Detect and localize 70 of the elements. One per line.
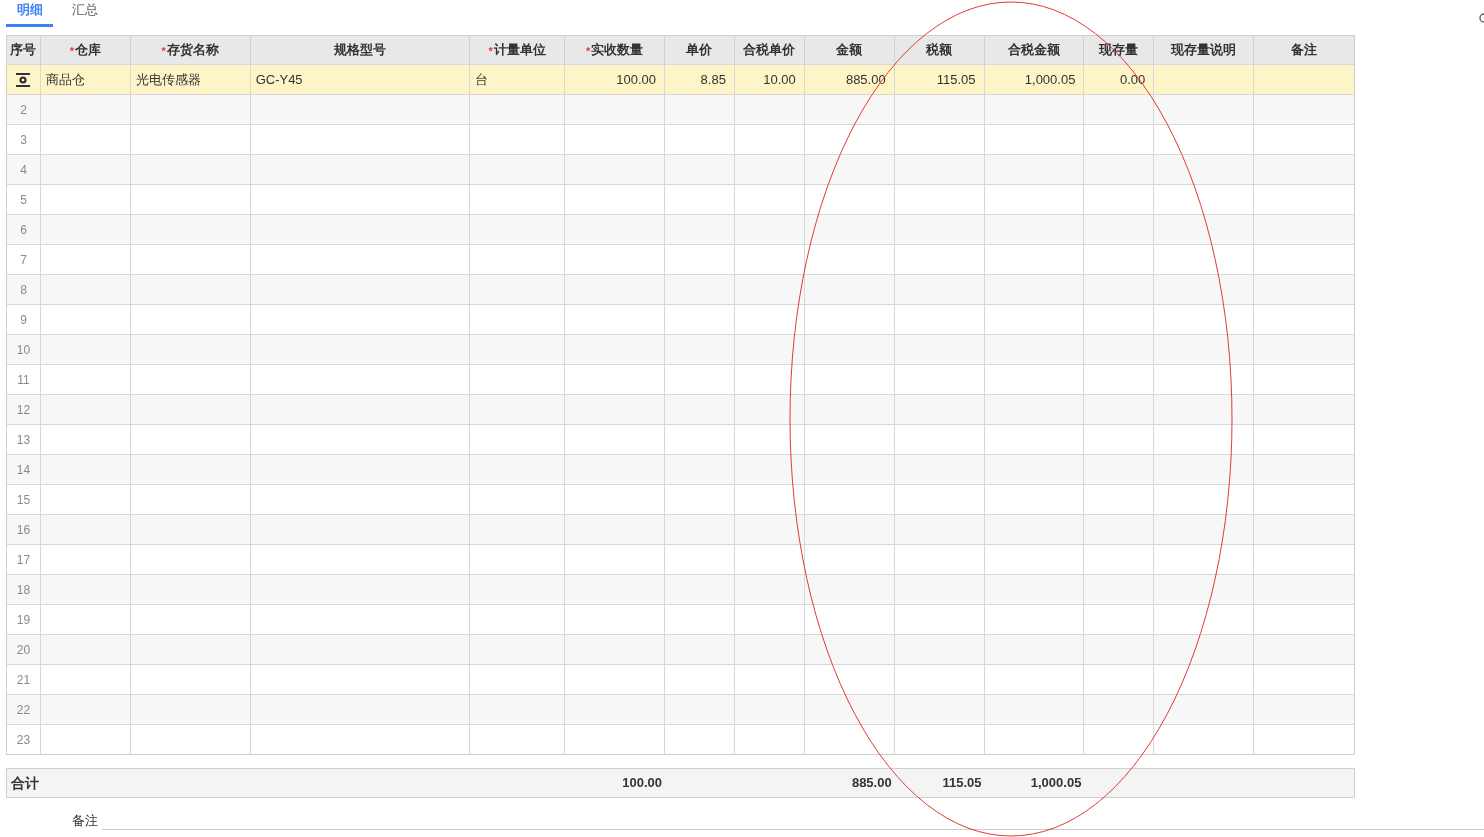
table-cell-text: 商品仓 <box>45 70 85 89</box>
table-cell-text: 0.00 <box>1120 70 1146 89</box>
table-cell-text: GC-Y45 <box>255 70 303 89</box>
row-number: 15 <box>16 491 31 509</box>
table-row[interactable]: 10 <box>7 334 1354 364</box>
row-number: 10 <box>16 341 31 359</box>
table-cell-text: 8.85 <box>700 70 726 89</box>
table-row[interactable]: 2 <box>7 94 1354 124</box>
table-cell-text: 100.00 <box>616 70 656 89</box>
table-row[interactable]: 12 <box>7 394 1354 424</box>
table-row[interactable]: 9 <box>7 304 1354 334</box>
row-number: 8 <box>20 281 27 299</box>
table-row[interactable]: 16 <box>7 514 1354 544</box>
row-number: 14 <box>16 461 31 479</box>
row-number: 19 <box>16 611 31 629</box>
row-number: 9 <box>20 311 27 329</box>
row-number: 12 <box>16 401 31 419</box>
table-row[interactable]: 20 <box>7 634 1354 664</box>
table-cell-text: 1,000.05 <box>1024 70 1076 89</box>
table-row[interactable]: 4 <box>7 154 1354 184</box>
search-icon[interactable] <box>1478 12 1484 24</box>
row-number: 11 <box>17 371 30 389</box>
remark-label: 备注 <box>72 811 98 830</box>
table-row[interactable]: 19 <box>7 604 1354 634</box>
row-number: 23 <box>16 731 31 749</box>
table-row[interactable]: 23 <box>7 724 1354 754</box>
required-mark: * <box>488 44 493 59</box>
row-number: 13 <box>16 431 31 449</box>
row-number: 16 <box>16 521 31 539</box>
table-cell-text: 台 <box>475 70 489 89</box>
total-value: 1,000.05 <box>1030 774 1082 793</box>
row-number: 5 <box>20 191 27 209</box>
table-row[interactable]: 15 <box>7 484 1354 514</box>
table-row[interactable]: 21 <box>7 664 1354 694</box>
row-number: 18 <box>16 581 31 599</box>
total-value: 100.00 <box>622 774 663 793</box>
row-number: 7 <box>20 251 27 269</box>
required-mark: * <box>69 44 74 59</box>
table-row[interactable]: 7 <box>7 244 1354 274</box>
row-number: 3 <box>20 131 27 149</box>
row-number: 22 <box>16 701 31 719</box>
table-cell-text: 10.00 <box>763 70 796 89</box>
table-row[interactable]: 5 <box>7 184 1354 214</box>
table-row[interactable]: 3 <box>7 124 1354 154</box>
required-mark: * <box>585 44 591 59</box>
table-row[interactable]: 商品仓 光电传感器 GC-Y45 台 100.00 8.85 10.00 885.00 115.05 1,000.05 0.00 <box>7 64 1354 94</box>
total-value: 115.05 <box>942 774 982 793</box>
table-cell-text: 光电传感器 <box>135 70 201 89</box>
table-row[interactable]: 6 <box>7 214 1354 244</box>
table-row[interactable]: 8 <box>7 274 1354 304</box>
table-row[interactable]: 18 <box>7 574 1354 604</box>
column-header: 备注 <box>1290 41 1319 60</box>
tab[interactable]: 明细 <box>6 0 53 27</box>
row-number: 20 <box>16 641 31 659</box>
totals-label: 合计 <box>11 773 39 793</box>
table-row[interactable]: 22 <box>7 694 1354 724</box>
table-row[interactable]: 11 <box>7 364 1354 394</box>
table-cell-text: 115.05 <box>936 70 976 89</box>
tab[interactable]: 汇总 <box>61 0 108 27</box>
required-mark: * <box>161 45 166 59</box>
total-value: 885.00 <box>851 774 892 793</box>
row-number: 17 <box>16 551 31 569</box>
row-number: 6 <box>20 221 27 239</box>
row-number: 4 <box>20 161 27 179</box>
row-number: 2 <box>20 101 27 119</box>
table-row[interactable]: 13 <box>7 424 1354 454</box>
table-row[interactable]: 14 <box>7 454 1354 484</box>
table-cell-text: 885.00 <box>845 70 886 89</box>
table-row[interactable]: 17 <box>7 544 1354 574</box>
row-number: 21 <box>16 671 31 689</box>
